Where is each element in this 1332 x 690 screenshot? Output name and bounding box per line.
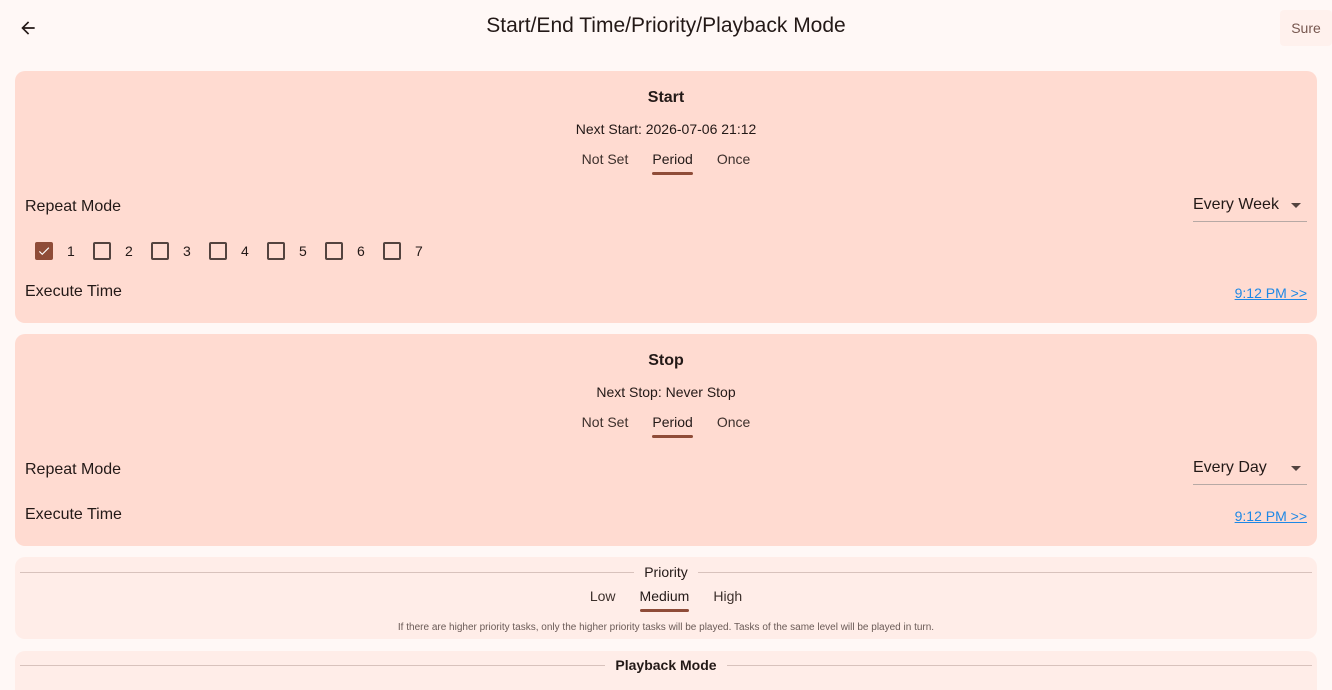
priority-segment-high[interactable]: High xyxy=(701,586,754,612)
next-start-text: Next Start: 2026-07-06 21:12 xyxy=(575,121,757,137)
start-execute-time-label: Execute Time xyxy=(25,283,122,300)
priority-divider: Priority xyxy=(20,562,1312,582)
weekday-5[interactable]: 5 xyxy=(267,239,325,263)
weekday-label: 2 xyxy=(125,243,133,259)
weekday-7[interactable]: 7 xyxy=(383,239,441,263)
next-stop-text: Next Stop: Never Stop xyxy=(596,384,736,400)
stop-segment-once[interactable]: Once xyxy=(705,412,762,438)
priority-segment-low[interactable]: Low xyxy=(578,586,628,612)
start-mode-segments: Not Set Period Once xyxy=(15,149,1317,175)
dropdown-arrow-icon xyxy=(1291,203,1301,208)
checkbox-unchecked-icon xyxy=(151,242,169,260)
weekday-label: 7 xyxy=(415,243,423,259)
stop-execute-time-label: Execute Time xyxy=(25,506,122,523)
app-bar: Start/End Time/Priority/Playback Mode Su… xyxy=(0,0,1332,56)
weekday-2[interactable]: 2 xyxy=(93,239,151,263)
start-repeat-mode-dropdown[interactable]: Every Week xyxy=(1193,192,1307,222)
page-title: Start/End Time/Priority/Playback Mode xyxy=(486,14,846,37)
weekday-1[interactable]: 1 xyxy=(35,239,93,263)
stop-segment-not-set[interactable]: Not Set xyxy=(570,412,641,438)
start-repeat-mode-label: Repeat Mode xyxy=(25,198,122,215)
start-repeat-mode-value: Every Week xyxy=(1193,196,1279,213)
stop-mode-segments: Not Set Period Once xyxy=(15,412,1317,438)
stop-repeat-mode-label: Repeat Mode xyxy=(25,461,122,478)
stop-card: Stop Next Stop: Never Stop Not Set Perio… xyxy=(15,334,1317,546)
checkbox-checked-icon xyxy=(35,242,53,260)
start-title: Start xyxy=(647,89,685,106)
stop-repeat-mode-dropdown[interactable]: Every Day xyxy=(1193,455,1307,485)
playback-divider: Playback Mode xyxy=(20,655,1312,675)
stop-execute-time-link[interactable]: 9:12 PM >> xyxy=(1235,508,1307,524)
playback-mode-card: Playback Mode xyxy=(15,651,1317,690)
weekday-label: 3 xyxy=(183,243,191,259)
weekday-label: 5 xyxy=(299,243,307,259)
start-segment-period[interactable]: Period xyxy=(640,149,704,175)
checkbox-unchecked-icon xyxy=(93,242,111,260)
start-segment-once[interactable]: Once xyxy=(705,149,762,175)
priority-segment-medium[interactable]: Medium xyxy=(628,586,702,612)
checkbox-unchecked-icon xyxy=(209,242,227,260)
weekday-label: 6 xyxy=(357,243,365,259)
stop-repeat-mode-value: Every Day xyxy=(1193,459,1267,476)
priority-title: Priority xyxy=(644,564,688,580)
dropdown-arrow-icon xyxy=(1291,466,1301,471)
priority-segments: Low Medium High xyxy=(15,586,1317,612)
sure-button[interactable]: Sure xyxy=(1280,10,1332,46)
weekday-6[interactable]: 6 xyxy=(325,239,383,263)
playback-mode-title: Playback Mode xyxy=(615,657,717,673)
weekday-label: 1 xyxy=(67,243,75,259)
start-card: Start Next Start: 2026-07-06 21:12 Not S… xyxy=(15,71,1317,323)
stop-title: Stop xyxy=(648,352,684,369)
checkbox-unchecked-icon xyxy=(383,242,401,260)
weekday-3[interactable]: 3 xyxy=(151,239,209,263)
weekday-label: 4 xyxy=(241,243,249,259)
stop-segment-period[interactable]: Period xyxy=(640,412,704,438)
start-execute-time-link[interactable]: 9:12 PM >> xyxy=(1235,285,1307,301)
checkbox-unchecked-icon xyxy=(267,242,285,260)
weekday-checkboxes: 1 2 3 4 5 6 7 xyxy=(35,239,441,263)
priority-card: Priority Low Medium High If there are hi… xyxy=(15,557,1317,639)
weekday-4[interactable]: 4 xyxy=(209,239,267,263)
priority-note: If there are higher priority tasks, only… xyxy=(397,622,935,633)
start-segment-not-set[interactable]: Not Set xyxy=(570,149,641,175)
checkbox-unchecked-icon xyxy=(325,242,343,260)
